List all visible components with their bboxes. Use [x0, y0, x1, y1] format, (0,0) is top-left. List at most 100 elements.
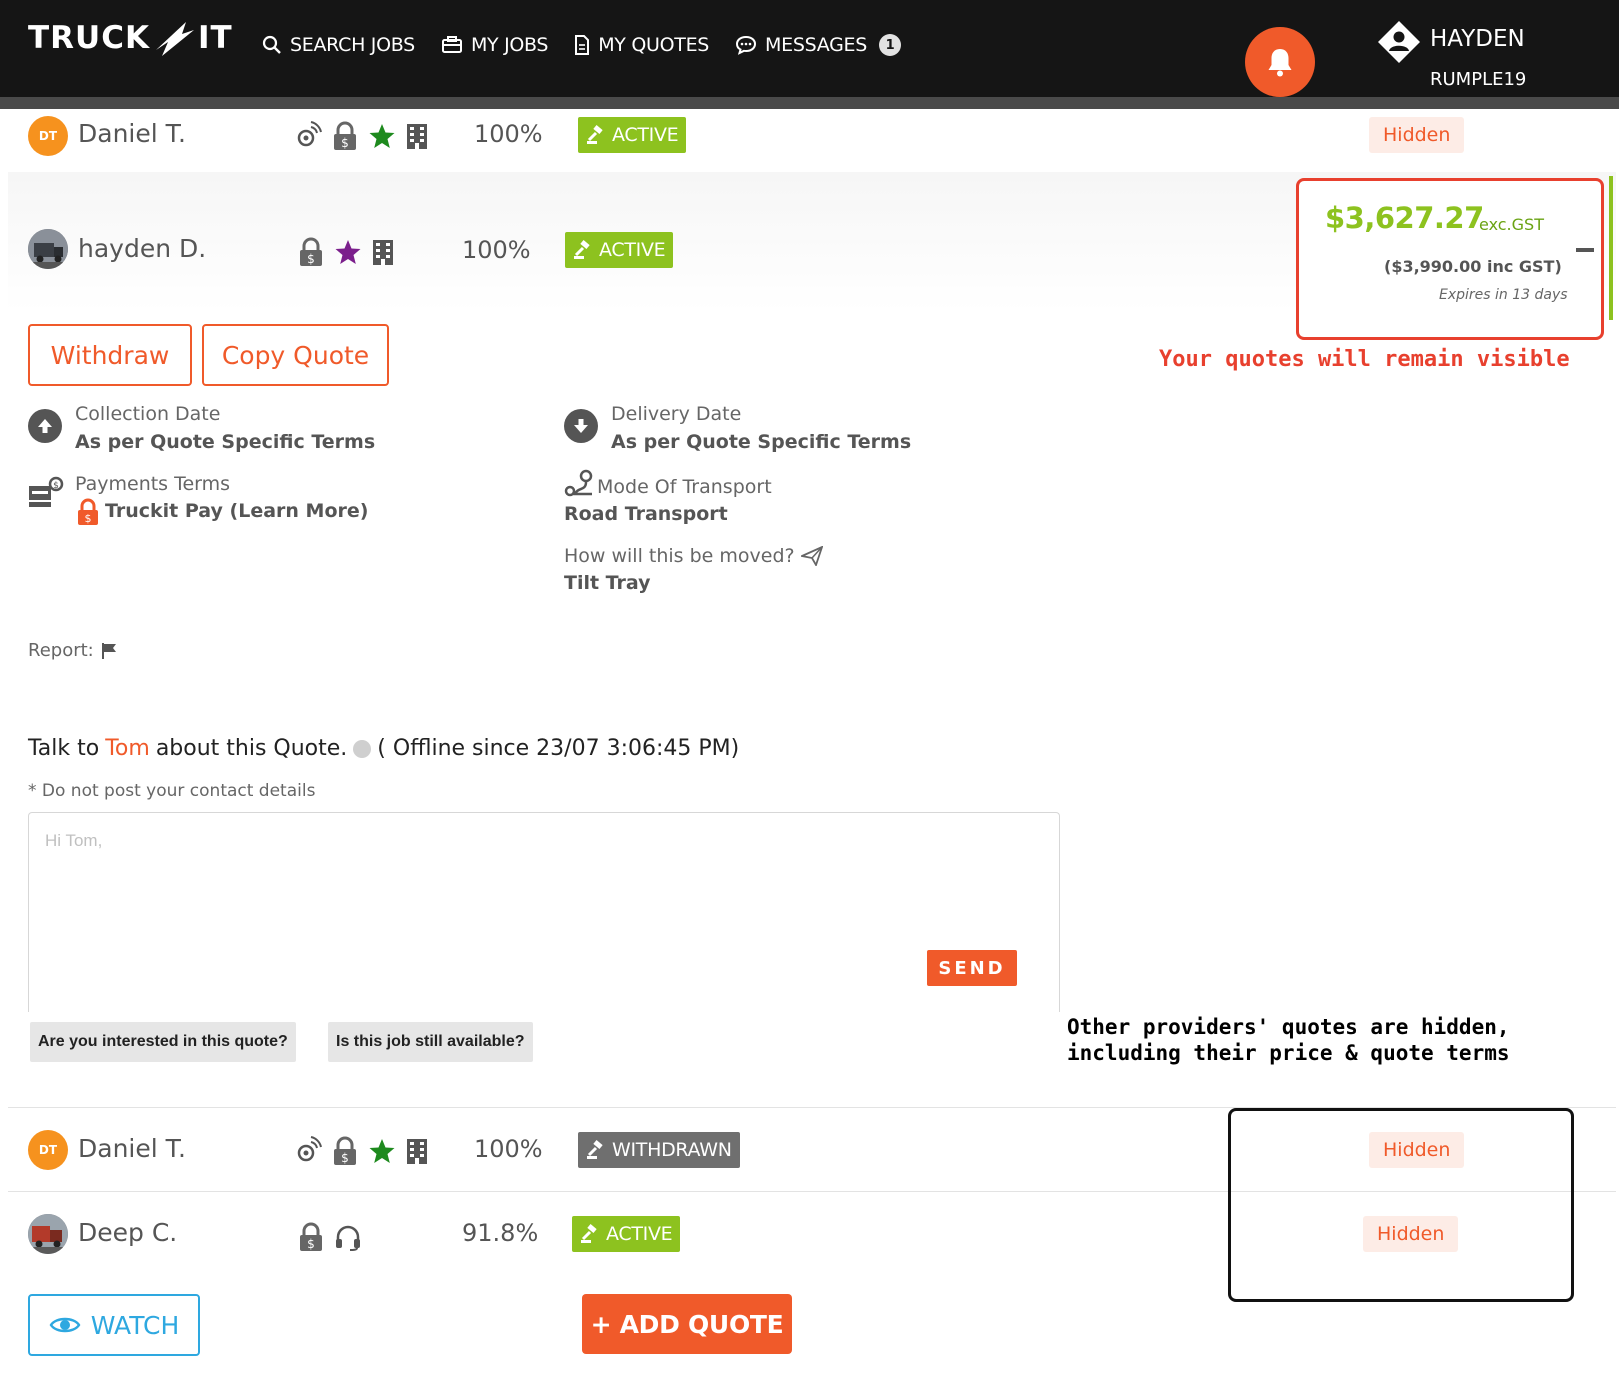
copy-quote-button[interactable]: Copy Quote: [202, 324, 389, 386]
gavel-icon: [574, 240, 590, 259]
quote-expiry: Expires in 13 days: [1439, 287, 1568, 303]
provider-badges: $: [292, 1136, 430, 1166]
status-label: ACTIVE: [599, 239, 666, 261]
eye-icon: [49, 1317, 81, 1333]
avatar-truck-icon: [28, 229, 68, 269]
report-link[interactable]: Report:: [28, 640, 118, 661]
status-badge: ACTIVE: [578, 117, 687, 153]
withdraw-button[interactable]: Withdraw: [28, 324, 192, 386]
status-label: ACTIVE: [606, 1223, 673, 1245]
user-name[interactable]: HAYDEN: [1430, 26, 1525, 52]
nav-search-jobs-label: SEARCH JOBS: [290, 34, 415, 56]
watch-button-label: WATCH: [90, 1310, 180, 1340]
quote-price: $3,627.27: [1325, 201, 1484, 235]
message-input[interactable]: [28, 812, 1060, 1012]
star-icon: [369, 1139, 395, 1163]
collection-date-label: Collection Date: [75, 403, 221, 425]
annotation-hidden-line-2: including their price & quote terms: [1067, 1041, 1510, 1065]
hidden-price: Hidden: [1369, 117, 1465, 153]
user-handle: RUMPLE19: [1430, 69, 1527, 90]
lock-dollar-icon: $: [300, 1222, 322, 1251]
svg-text:$: $: [85, 512, 92, 525]
contact-warning-note: * Do not post your contact details: [28, 781, 316, 801]
quick-reply-available[interactable]: Is this job still available?: [328, 1022, 533, 1062]
arrow-down-icon: [564, 409, 598, 443]
nav-my-jobs[interactable]: MY JOBS: [441, 34, 549, 56]
quick-reply-interested[interactable]: Are you interested in this quote?: [30, 1022, 296, 1062]
messages-count-badge: 1: [878, 34, 901, 56]
status-label: WITHDRAWN: [612, 1139, 732, 1161]
provider-score: 100%: [474, 1135, 543, 1163]
star-icon: [369, 124, 395, 148]
send-icon: [800, 546, 823, 566]
briefcase-icon: [441, 36, 462, 53]
avatar-initials: DT: [38, 1143, 58, 1157]
provider-badges: $: [292, 121, 430, 151]
avatar: DT: [28, 1130, 68, 1170]
add-quote-button[interactable]: + ADD QUOTE: [582, 1294, 792, 1354]
headset-icon: [336, 1225, 360, 1251]
chat-heading: Talk to Tom about this Quote. ( Offline …: [28, 736, 739, 761]
user-icon[interactable]: [1377, 20, 1421, 64]
route-icon: [564, 469, 593, 497]
lock-dollar-icon: $: [334, 121, 356, 150]
provider-score: 100%: [462, 236, 531, 264]
provider-score: 100%: [474, 120, 543, 148]
payment-terms-value[interactable]: Truckit Pay (Learn More): [105, 500, 368, 522]
building-icon: [407, 1139, 427, 1164]
provider-name[interactable]: hayden D.: [78, 234, 206, 263]
move-method-label-text: How will this be moved?: [564, 545, 795, 567]
lock-dollar-icon: $: [300, 237, 322, 266]
annotation-visible-note: Your quotes will remain visible: [1159, 347, 1570, 372]
svg-text:$: $: [341, 1151, 349, 1165]
document-icon: [575, 35, 590, 55]
nav-messages[interactable]: MESSAGES 1: [735, 34, 901, 56]
annotation-hidden-box: [1228, 1108, 1574, 1302]
provider-name[interactable]: Deep C.: [78, 1218, 177, 1247]
collection-date-value: As per Quote Specific Terms: [75, 431, 376, 453]
location-icon: [297, 121, 322, 147]
building-icon: [407, 124, 427, 149]
building-icon: [373, 240, 393, 265]
notifications-button[interactable]: [1245, 27, 1315, 97]
chat-contact-name[interactable]: Tom: [105, 736, 150, 761]
price-gst-label: exc.GST: [1479, 215, 1544, 234]
offline-status-dot: [353, 739, 372, 758]
nav-search-jobs[interactable]: SEARCH JOBS: [262, 34, 415, 56]
gavel-icon: [587, 1140, 603, 1159]
own-quote-price-box: $3,627.27 exc.GST ($3,990.00 inc GST) Ex…: [1296, 178, 1604, 340]
nav-my-quotes[interactable]: MY QUOTES: [574, 34, 709, 56]
gavel-icon: [587, 125, 603, 144]
provider-name[interactable]: Daniel T.: [78, 119, 186, 148]
truck-cash-icon: $: [29, 476, 64, 507]
minus-icon[interactable]: [1576, 248, 1594, 252]
status-badge: WITHDRAWN: [578, 1132, 740, 1168]
truckit-logo[interactable]: TRUCK IT: [28, 16, 233, 60]
lock-dollar-icon: $: [334, 1136, 356, 1165]
nav-my-jobs-label: MY JOBS: [470, 34, 549, 56]
svg-text:$: $: [341, 136, 349, 150]
chat-icon: [736, 35, 757, 55]
move-method-value: Tilt Tray: [564, 572, 651, 594]
svg-text:$: $: [53, 481, 59, 491]
watch-button[interactable]: WATCH: [28, 1294, 200, 1356]
logo-text-left: TRUCK: [28, 20, 150, 56]
bell-icon: [1268, 49, 1292, 77]
avatar-initials: DT: [38, 129, 58, 143]
annotation-hidden-note: Other providers' quotes are hidden, incl…: [1067, 1014, 1510, 1066]
provider-badges: $: [296, 1222, 362, 1252]
avatar: DT: [28, 116, 68, 156]
provider-name[interactable]: Daniel T.: [78, 1134, 186, 1163]
logo-text-right: IT: [197, 20, 233, 56]
flag-icon: [101, 642, 116, 659]
offline-status-text: ( Offline since 23/07 3:06:45 PM): [377, 736, 740, 761]
annotation-hidden-line-1: Other providers' quotes are hidden,: [1067, 1015, 1510, 1039]
send-button[interactable]: SEND: [927, 950, 1017, 986]
gavel-icon: [581, 1224, 597, 1243]
logo-arrow-icon: [155, 22, 194, 56]
svg-text:$: $: [307, 1237, 315, 1251]
nav-my-quotes-label: MY QUOTES: [598, 34, 710, 56]
payment-terms-label: Payments Terms: [75, 473, 231, 495]
delivery-date-label: Delivery Date: [611, 403, 742, 425]
chat-heading-suffix: about this Quote.: [155, 736, 348, 761]
